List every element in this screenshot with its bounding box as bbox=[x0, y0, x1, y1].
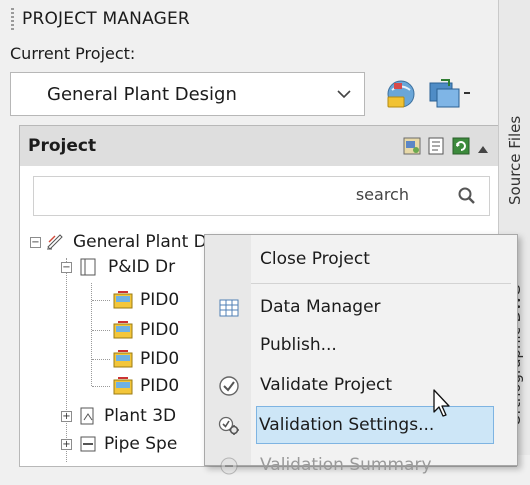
tab-source-files[interactable]: Source Files bbox=[503, 80, 527, 240]
tree-item-drawing[interactable]: PID0 bbox=[112, 316, 179, 344]
dwg-file-icon bbox=[113, 321, 133, 339]
palette-title-bar[interactable]: PROJECT MANAGER bbox=[0, 0, 498, 38]
collapse-panel-icon[interactable] bbox=[476, 140, 494, 158]
tree-item-drawing[interactable]: PID0 bbox=[112, 286, 179, 314]
project-search-input[interactable]: search bbox=[33, 176, 490, 216]
tree-item-drawing[interactable]: PID0 bbox=[112, 345, 179, 373]
tree-item-label: PID0 bbox=[140, 290, 180, 310]
menu-item-label: Data Manager bbox=[260, 297, 381, 317]
pipe-spec-folder-icon bbox=[80, 436, 96, 452]
menu-item-data-manager[interactable]: Data Manager bbox=[206, 287, 514, 327]
project-panel-header: Project bbox=[20, 126, 516, 166]
mouse-cursor-icon bbox=[433, 389, 450, 417]
dwg-file-icon bbox=[113, 291, 133, 309]
tree-item-label: PID0 bbox=[140, 320, 180, 340]
project-setup-icon[interactable] bbox=[403, 137, 421, 155]
project-context-menu: Close Project Data Manager Publish... Va… bbox=[204, 234, 518, 475]
search-icon[interactable] bbox=[457, 186, 477, 210]
pid-folder-icon bbox=[80, 258, 96, 276]
current-project-label: Current Project: bbox=[10, 44, 136, 63]
menu-item-validation-summary: Validation Summary bbox=[206, 445, 514, 485]
tree-line bbox=[92, 386, 110, 387]
menu-separator bbox=[251, 283, 511, 284]
menu-item-validation-settings[interactable]: Validation Settings... bbox=[256, 406, 494, 444]
search-placeholder: search bbox=[355, 185, 409, 204]
chevron-down-icon[interactable] bbox=[324, 73, 364, 115]
dwg-file-icon bbox=[113, 350, 133, 368]
tree-item-label: PID0 bbox=[140, 376, 180, 396]
tree-line bbox=[92, 330, 110, 331]
tree-line bbox=[92, 359, 110, 360]
tree-item-plant3d[interactable]: Plant 3D bbox=[78, 402, 176, 430]
project-root-icon bbox=[47, 234, 63, 250]
current-project-dropdown[interactable]: General Plant Design bbox=[10, 72, 365, 116]
collapse-toggle[interactable]: − bbox=[30, 237, 41, 248]
menu-item-label: Close Project bbox=[260, 249, 370, 269]
tree-line bbox=[92, 300, 110, 301]
menu-item-publish[interactable]: Publish... bbox=[206, 325, 514, 365]
tree-item-pid-folder[interactable]: P&ID Dr bbox=[78, 253, 175, 281]
plant3d-folder-icon bbox=[80, 407, 94, 425]
tree-item-drawing[interactable]: PID0 bbox=[112, 372, 179, 400]
expand-toggle[interactable]: + bbox=[61, 411, 72, 422]
data-manager-icon bbox=[218, 297, 240, 319]
expand-toggle[interactable]: + bbox=[61, 439, 72, 450]
current-project-value: General Plant Design bbox=[47, 83, 237, 105]
menu-item-validate-project[interactable]: Validate Project bbox=[206, 365, 514, 405]
menu-item-label: Validation Summary bbox=[260, 455, 432, 475]
refresh-icon[interactable] bbox=[452, 137, 470, 155]
validate-icon bbox=[218, 375, 240, 397]
project-actions-menu-icon[interactable] bbox=[424, 74, 474, 114]
palette-title: PROJECT MANAGER bbox=[22, 9, 190, 29]
tree-line bbox=[91, 283, 92, 386]
collapse-toggle[interactable]: − bbox=[61, 262, 72, 273]
validation-settings-icon bbox=[218, 415, 240, 437]
project-details-icon[interactable] bbox=[428, 137, 446, 155]
tree-item-pipespec[interactable]: Pipe Spe bbox=[78, 430, 177, 458]
tree-item-label: Plant 3D bbox=[104, 406, 177, 426]
dwg-file-icon bbox=[113, 377, 133, 395]
drag-grip-icon[interactable] bbox=[11, 8, 14, 30]
menu-item-label: Validate Project bbox=[260, 375, 393, 395]
tree-line bbox=[66, 258, 67, 462]
open-project-icon[interactable] bbox=[380, 74, 422, 114]
tree-item-label: P&ID Dr bbox=[108, 257, 176, 277]
tree-item-label: PID0 bbox=[140, 349, 180, 369]
validation-summary-icon bbox=[218, 455, 240, 477]
menu-item-label: Validation Settings... bbox=[259, 415, 435, 435]
menu-item-label: Publish... bbox=[260, 335, 337, 355]
project-panel-title: Project bbox=[28, 136, 97, 156]
menu-item-close-project[interactable]: Close Project bbox=[206, 239, 514, 279]
tree-item-label: Pipe Spe bbox=[104, 434, 178, 454]
